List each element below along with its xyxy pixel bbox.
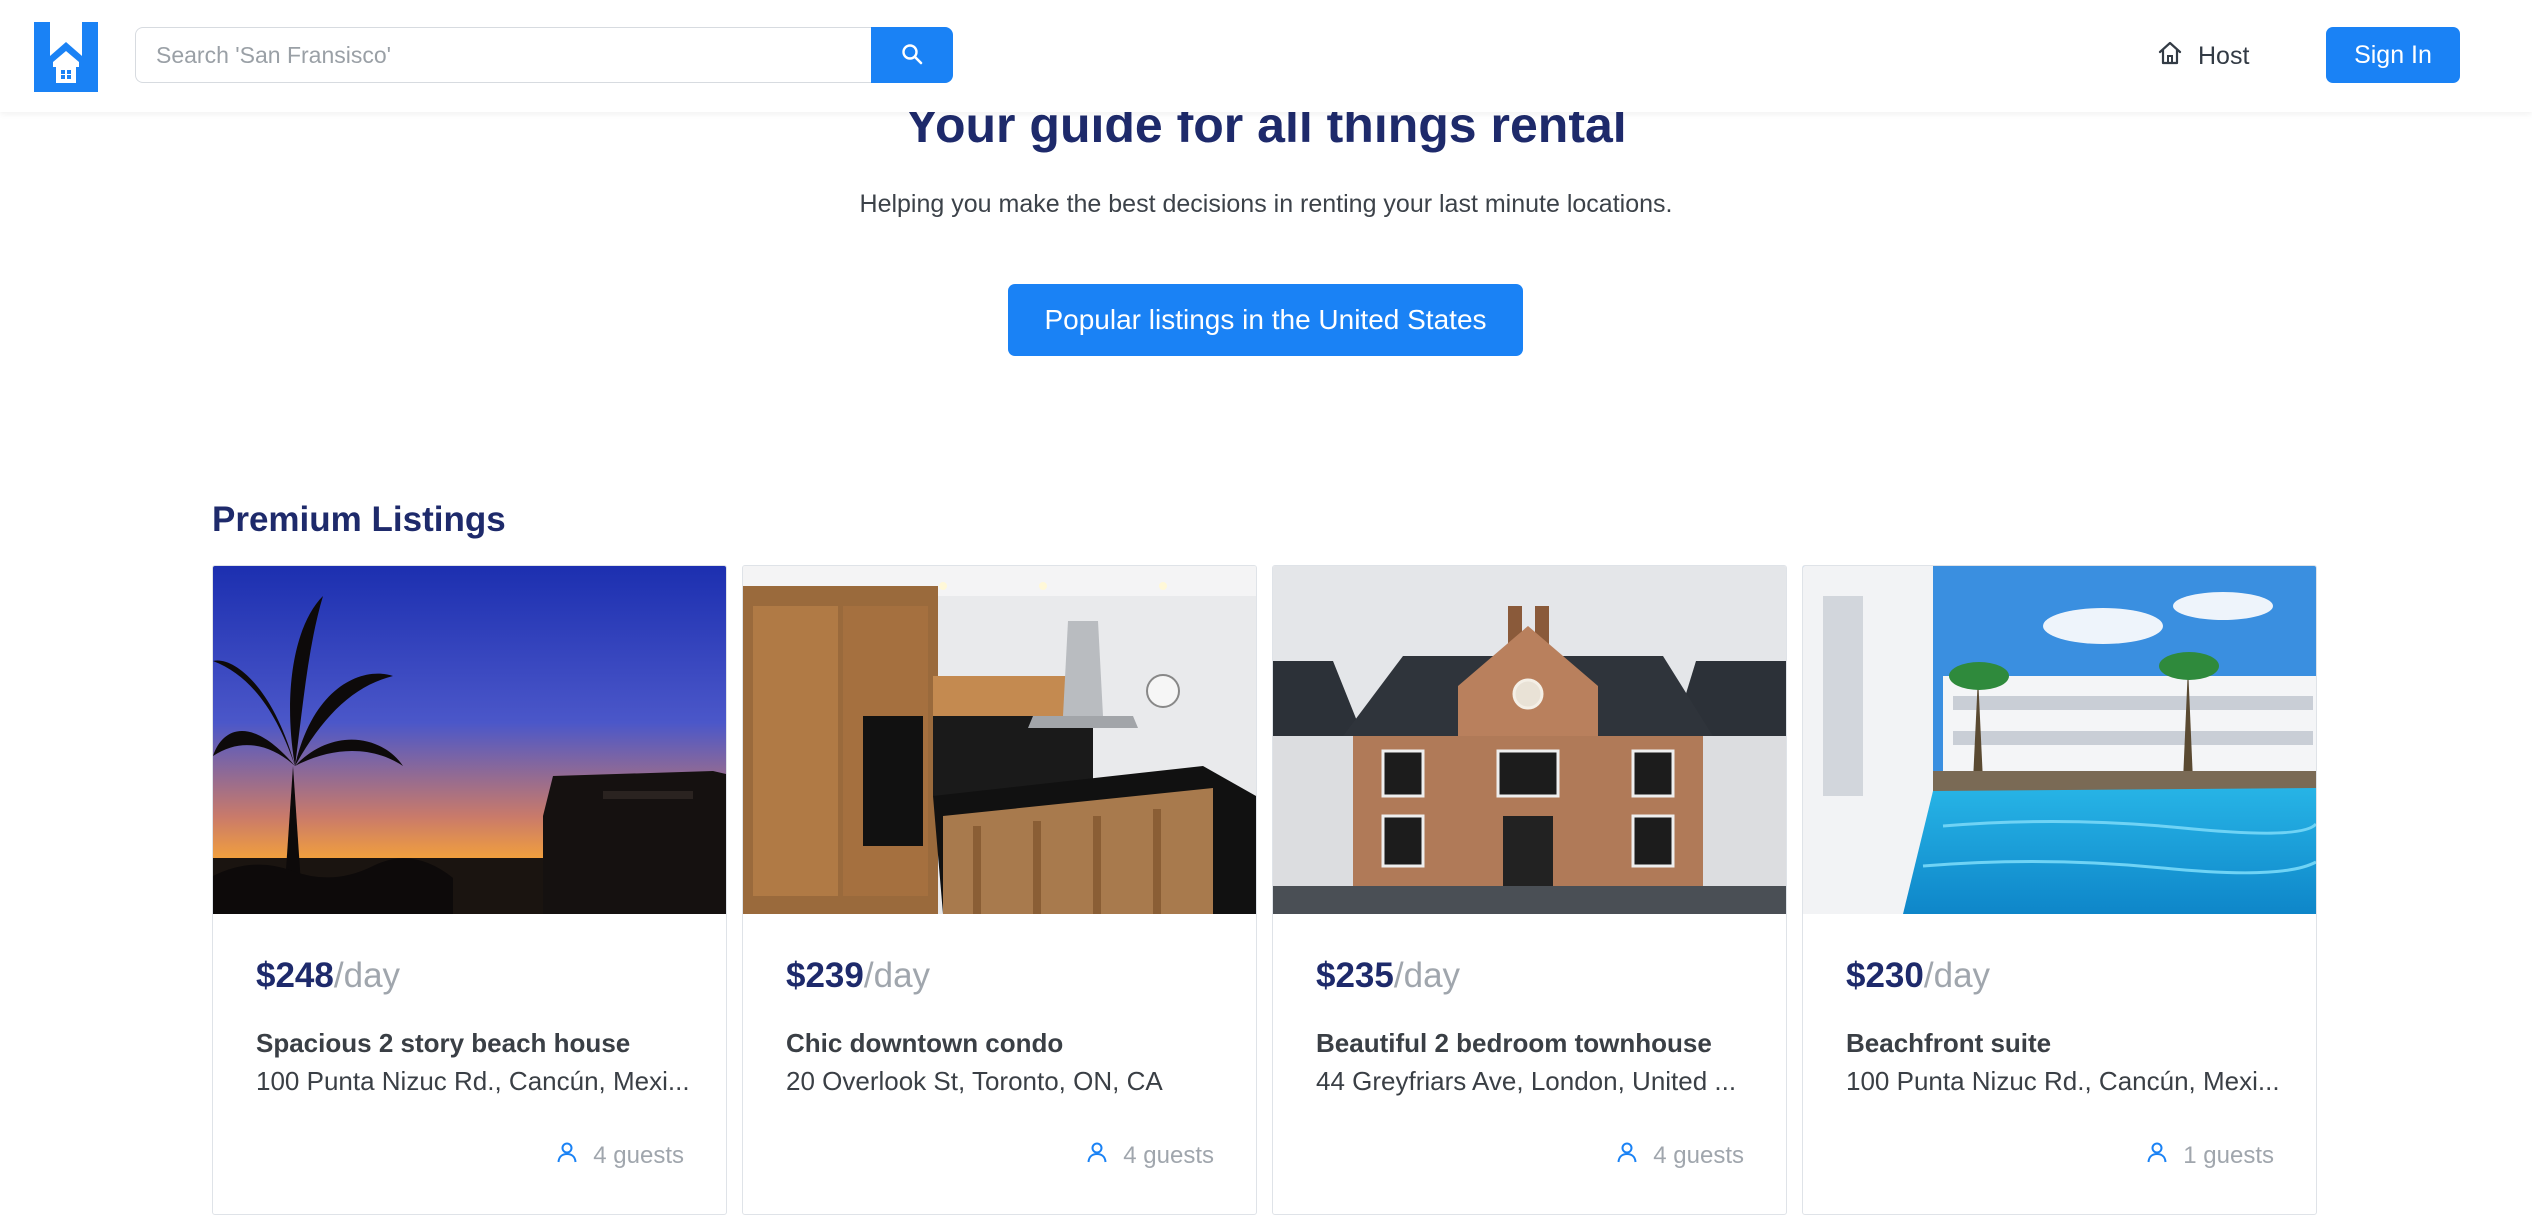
listing-title: Beachfront suite bbox=[1846, 1028, 2052, 1058]
price-period: /day bbox=[333, 956, 401, 995]
price-amount: $239 bbox=[786, 956, 864, 995]
listing-card[interactable]: $239/day Chic downtown condo 20 Overlook… bbox=[742, 565, 1257, 1215]
listing-image-beach bbox=[213, 566, 726, 914]
guest-count: 4 guests bbox=[1085, 1140, 1214, 1171]
listing-grid: $248/day Spacious 2 story beach house 10… bbox=[212, 565, 2320, 1215]
guest-label: 1 guests bbox=[2183, 1141, 2274, 1169]
guest-label: 4 guests bbox=[1123, 1141, 1214, 1169]
listing-price: $230/day bbox=[1846, 956, 1990, 996]
popular-listings-button[interactable]: Popular listings in the United States bbox=[1008, 284, 1523, 356]
guest-label: 4 guests bbox=[593, 1141, 684, 1169]
user-icon bbox=[2145, 1140, 2169, 1171]
host-link[interactable]: Host bbox=[2156, 30, 2249, 82]
listing-address: 20 Overlook St, Toronto, ON, CA bbox=[786, 1066, 1163, 1096]
price-period: /day bbox=[863, 956, 931, 995]
guest-label: 4 guests bbox=[1653, 1141, 1744, 1169]
search-button[interactable] bbox=[871, 27, 953, 83]
price-period: /day bbox=[1923, 956, 1991, 995]
search-input[interactable] bbox=[135, 27, 871, 83]
price-amount: $235 bbox=[1316, 956, 1394, 995]
listing-price: $235/day bbox=[1316, 956, 1460, 996]
premium-listings-heading: Premium Listings bbox=[212, 500, 506, 539]
search-bar bbox=[135, 27, 953, 83]
host-label: Host bbox=[2198, 41, 2250, 70]
listing-title: Beautiful 2 bedroom townhouse bbox=[1316, 1028, 1712, 1058]
listing-card[interactable]: $230/day Beachfront suite 100 Punta Nizu… bbox=[1802, 565, 2317, 1215]
sign-in-button[interactable]: Sign In bbox=[2326, 27, 2460, 83]
listing-title: Chic downtown condo bbox=[786, 1028, 1064, 1058]
listing-price: $248/day bbox=[256, 956, 400, 996]
listing-address: 100 Punta Nizuc Rd., Cancún, Mexi... bbox=[256, 1066, 690, 1096]
guest-count: 4 guests bbox=[1615, 1140, 1744, 1171]
user-icon bbox=[1085, 1140, 1109, 1171]
listing-address: 100 Punta Nizuc Rd., Cancún, Mexi... bbox=[1846, 1066, 2280, 1096]
house-h-logo-icon[interactable] bbox=[34, 22, 98, 92]
top-nav: Host Sign In bbox=[0, 0, 2532, 112]
home-icon bbox=[2156, 39, 2184, 74]
user-icon bbox=[1615, 1140, 1639, 1171]
listing-price: $239/day bbox=[786, 956, 930, 996]
price-period: /day bbox=[1393, 956, 1461, 995]
listing-image-pool bbox=[1803, 566, 2316, 914]
price-amount: $248 bbox=[256, 956, 334, 995]
listing-title: Spacious 2 story beach house bbox=[256, 1028, 631, 1058]
listing-address: 44 Greyfriars Ave, London, United ... bbox=[1316, 1066, 1737, 1096]
price-amount: $230 bbox=[1846, 956, 1924, 995]
listing-card[interactable]: $248/day Spacious 2 story beach house 10… bbox=[212, 565, 727, 1215]
listing-image-townhouse bbox=[1273, 566, 1786, 914]
guest-count: 1 guests bbox=[2145, 1140, 2274, 1171]
search-icon bbox=[900, 42, 924, 69]
listing-card[interactable]: $235/day Beautiful 2 bedroom townhouse 4… bbox=[1272, 565, 1787, 1215]
guest-count: 4 guests bbox=[555, 1140, 684, 1171]
user-icon bbox=[555, 1140, 579, 1171]
listing-image-kitchen bbox=[743, 566, 1256, 914]
hero-subtitle: Helping you make the best decisions in r… bbox=[859, 190, 1673, 218]
